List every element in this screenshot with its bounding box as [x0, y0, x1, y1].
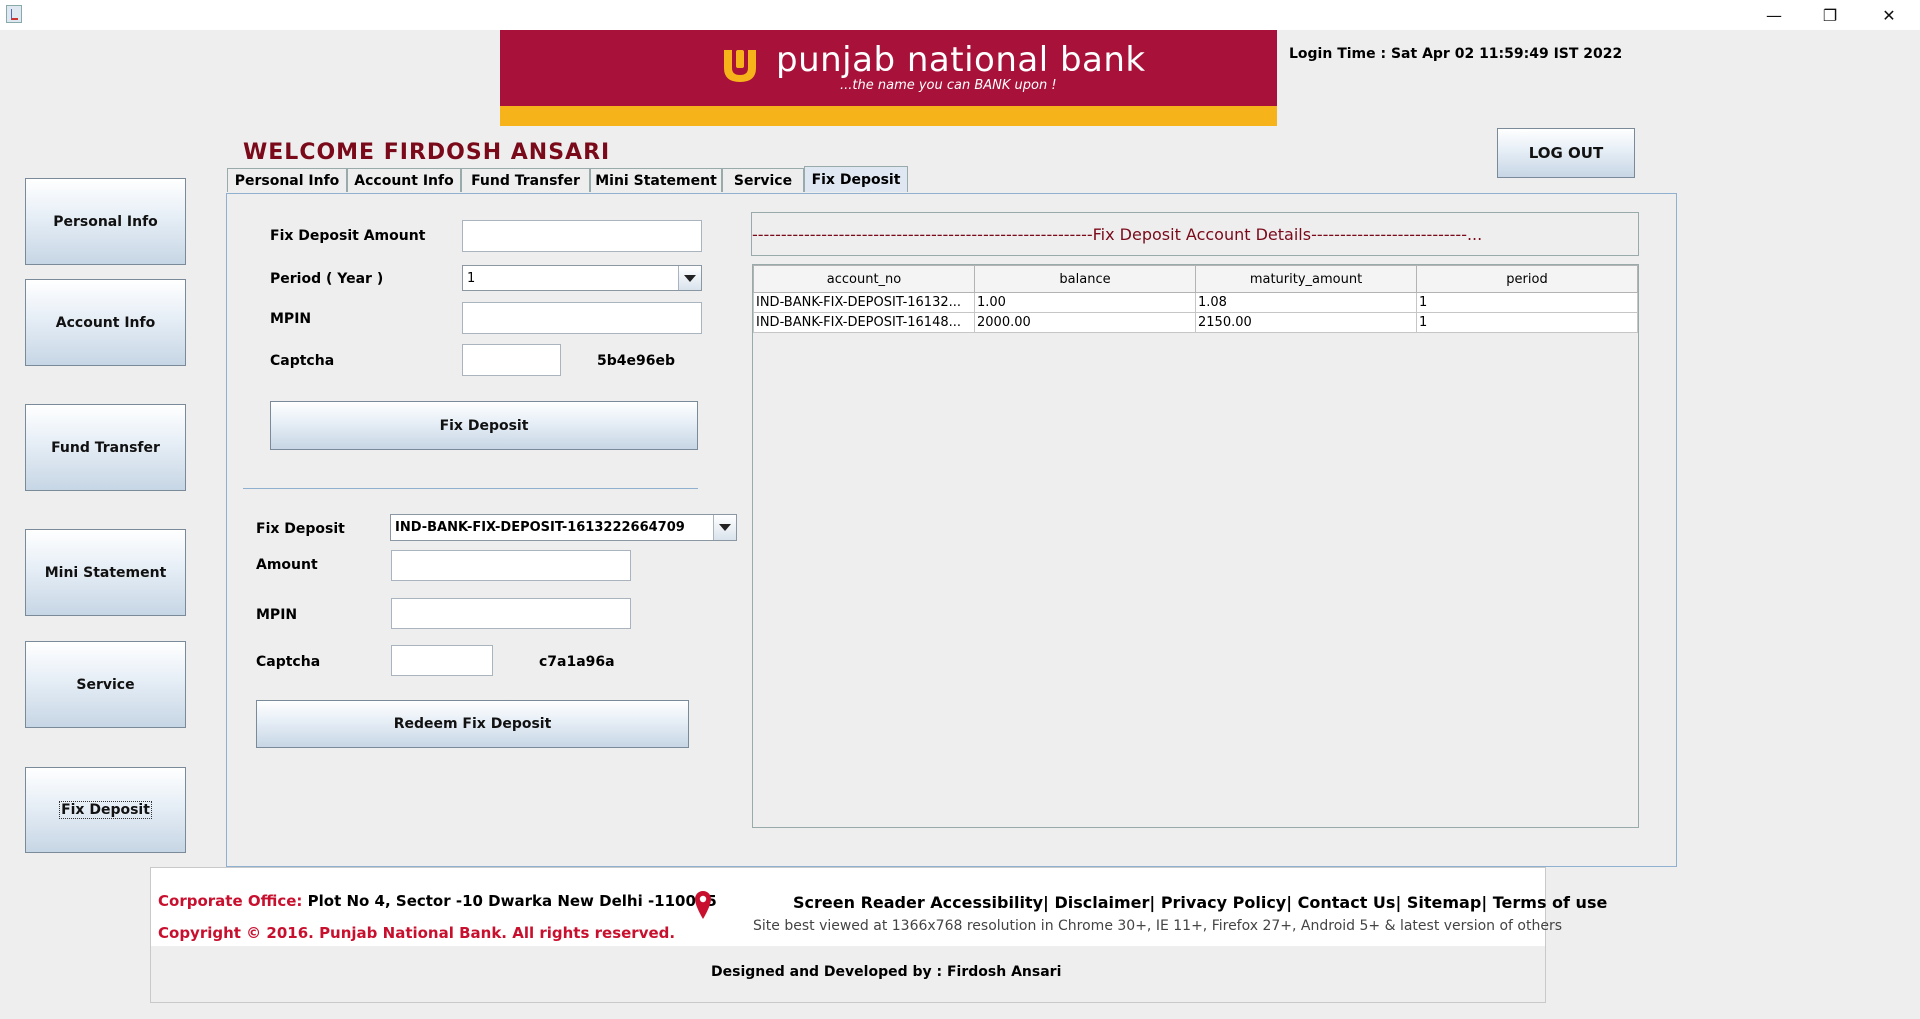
table-row[interactable]: IND-BANK-FIX-DEPOSIT-16132... 1.00 1.08 … [753, 292, 1638, 313]
window-titlebar [0, 0, 1920, 30]
fd-amount-label: Fix Deposit Amount [270, 228, 426, 244]
period-select[interactable]: 1 [462, 265, 702, 291]
brand-name: punjab national bank [776, 40, 1146, 80]
corporate-office-address: Plot No 4, Sector -10 Dwarka New Delhi -… [307, 892, 717, 910]
sidebar-item-fix-deposit[interactable]: Fix Deposit [25, 767, 186, 853]
sidebar-item-label: Fund Transfer [51, 439, 160, 456]
link-privacy-policy[interactable]: Privacy Policy [1161, 893, 1286, 912]
link-disclaimer[interactable]: Disclaimer [1054, 893, 1149, 912]
sidebar-item-label: Account Info [55, 314, 156, 331]
column-header[interactable]: maturity_amount [1195, 265, 1417, 293]
column-header[interactable]: balance [974, 265, 1196, 293]
tab-fund-transfer[interactable]: Fund Transfer [461, 168, 590, 192]
tab-mini-statement[interactable]: Mini Statement [590, 168, 722, 192]
fix-deposit-select-value: IND-BANK-FIX-DEPOSIT-1613222664709 [395, 520, 685, 535]
fix-deposit-button[interactable]: Fix Deposit [270, 401, 698, 450]
tab-service[interactable]: Service [722, 168, 804, 192]
sidebar-item-fund-transfer[interactable]: Fund Transfer [25, 404, 186, 491]
developer-credit: Designed and Developed by : Firdosh Ansa… [711, 964, 1062, 980]
fix-deposit-select[interactable]: IND-BANK-FIX-DEPOSIT-1613222664709 [390, 514, 737, 541]
redeem-amount-label: Amount [256, 557, 318, 573]
table-row[interactable]: IND-BANK-FIX-DEPOSIT-16148... 2000.00 21… [753, 312, 1638, 333]
corporate-office: Corporate Office: Plot No 4, Sector -10 … [158, 892, 717, 910]
mpin-label: MPIN [270, 311, 312, 327]
form-divider [243, 488, 698, 489]
redeem-captcha-input[interactable] [391, 645, 493, 676]
sidebar-item-service[interactable]: Service [25, 641, 186, 728]
tab-personal-info[interactable]: Personal Info [227, 168, 347, 192]
column-header[interactable]: period [1416, 265, 1638, 293]
link-screen-reader[interactable]: Screen Reader Accessibility [793, 893, 1043, 912]
minimize-icon[interactable]: — [1751, 0, 1797, 30]
table-cell: 1 [1416, 312, 1638, 333]
fd-details-title: ----------------------------------------… [751, 212, 1639, 256]
copyright: Copyright © 2016. Punjab National Bank. … [158, 924, 676, 942]
java-app-icon [6, 5, 22, 23]
login-time: Login Time : Sat Apr 02 11:59:49 IST 202… [1289, 46, 1623, 62]
table-cell: IND-BANK-FIX-DEPOSIT-16132... [753, 292, 975, 313]
table-header-row: account_no balance maturity_amount perio… [753, 265, 1638, 293]
brand-tagline: ...the name you can BANK upon ! [840, 78, 1057, 93]
redeem-captcha-code: c7a1a96a [539, 654, 615, 670]
tab-fix-deposit[interactable]: Fix Deposit [804, 166, 908, 192]
fd-details-table: account_no balance maturity_amount perio… [753, 265, 1638, 333]
pnb-logo-icon [724, 50, 756, 82]
table-cell: 1.08 [1195, 292, 1417, 313]
mpin-input[interactable] [462, 302, 702, 334]
chevron-down-icon[interactable] [678, 266, 701, 290]
corporate-office-label: Corporate Office: [158, 892, 303, 910]
welcome-title: WELCOME FIRDOSH ANSARI [243, 140, 611, 165]
table-cell: 2150.00 [1195, 312, 1417, 333]
footer-links: Screen Reader Accessibility| Disclaimer|… [793, 893, 1608, 912]
table-cell: 1 [1416, 292, 1638, 313]
sidebar-item-label: Personal Info [53, 213, 158, 230]
restore-icon[interactable]: ❐ [1807, 0, 1853, 30]
link-sitemap[interactable]: Sitemap [1407, 893, 1481, 912]
redeem-amount-input[interactable] [391, 550, 631, 581]
sidebar-item-personal-info[interactable]: Personal Info [25, 178, 186, 265]
table-cell: 2000.00 [974, 312, 1196, 333]
captcha-input[interactable] [462, 344, 561, 376]
logout-button[interactable]: LOG OUT [1497, 128, 1635, 178]
redeem-mpin-input[interactable] [391, 598, 631, 629]
captcha-code: 5b4e96eb [597, 353, 675, 369]
period-label: Period ( Year ) [270, 271, 384, 287]
redeem-captcha-label: Captcha [256, 654, 321, 670]
column-header[interactable]: account_no [753, 265, 975, 293]
tab-account-info[interactable]: Account Info [347, 168, 461, 192]
fd-amount-input[interactable] [462, 220, 702, 252]
banner-gold-strip [500, 106, 1277, 126]
link-contact-us[interactable]: Contact Us [1298, 893, 1396, 912]
chevron-down-icon[interactable] [713, 515, 736, 540]
sidebar-item-mini-statement[interactable]: Mini Statement [25, 529, 186, 616]
redeem-mpin-label: MPIN [256, 607, 298, 623]
table-cell: 1.00 [974, 292, 1196, 313]
link-terms-of-use[interactable]: Terms of use [1493, 893, 1608, 912]
best-view-note: Site best viewed at 1366x768 resolution … [753, 918, 1563, 934]
sidebar-item-label: Mini Statement [44, 564, 167, 581]
location-pin-icon [695, 891, 711, 919]
fix-deposit-select-label: Fix Deposit [256, 521, 345, 537]
close-icon[interactable]: ✕ [1866, 0, 1912, 30]
sidebar-item-label: Fix Deposit [59, 801, 152, 819]
captcha-label: Captcha [270, 353, 335, 369]
fd-details-table-container: account_no balance maturity_amount perio… [752, 264, 1639, 828]
table-cell: IND-BANK-FIX-DEPOSIT-16148... [753, 312, 975, 333]
sidebar-item-account-info[interactable]: Account Info [25, 279, 186, 366]
period-select-value: 1 [467, 270, 476, 286]
sidebar-item-label: Service [76, 676, 135, 693]
redeem-fix-deposit-button[interactable]: Redeem Fix Deposit [256, 700, 689, 748]
